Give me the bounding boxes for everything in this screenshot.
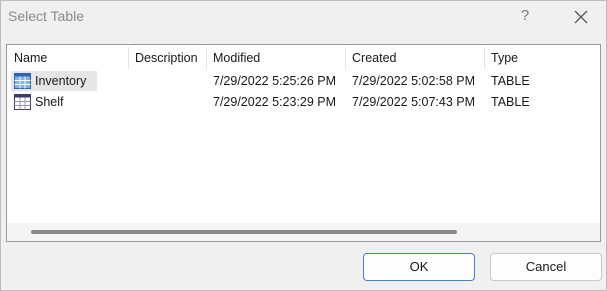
column-header-type[interactable]: Type xyxy=(485,49,585,68)
scrollbar-thumb[interactable] xyxy=(31,230,457,234)
table-list[interactable]: Name Description Modified Created Type I… xyxy=(6,44,601,242)
table-row[interactable]: Inventory 7/29/2022 5:25:26 PM 7/29/2022… xyxy=(7,71,600,91)
name-cell[interactable]: Shelf xyxy=(11,92,97,112)
dialog-title: Select Table xyxy=(8,8,85,24)
row-type: TABLE xyxy=(491,95,530,109)
row-modified: 7/29/2022 5:25:26 PM xyxy=(213,74,337,88)
help-button[interactable]: ? xyxy=(513,4,537,28)
row-type: TABLE xyxy=(491,74,530,88)
row-created: 7/29/2022 5:07:43 PM xyxy=(352,95,476,109)
table-icon xyxy=(14,73,31,89)
column-header-created[interactable]: Created xyxy=(346,49,485,68)
close-icon xyxy=(574,10,588,24)
row-created: 7/29/2022 5:02:58 PM xyxy=(352,74,476,88)
horizontal-scrollbar[interactable] xyxy=(7,223,600,241)
name-cell[interactable]: Inventory xyxy=(11,71,97,91)
table-icon xyxy=(14,94,31,110)
close-button[interactable] xyxy=(569,5,593,29)
column-header-description[interactable]: Description xyxy=(129,49,207,68)
row-name: Shelf xyxy=(35,95,64,109)
row-name: Inventory xyxy=(35,74,87,88)
title-bar: Select Table ? xyxy=(1,1,606,33)
column-header-name[interactable]: Name xyxy=(8,49,130,68)
cancel-button[interactable]: Cancel xyxy=(490,253,602,281)
table-row[interactable]: Shelf 7/29/2022 5:23:29 PM 7/29/2022 5:0… xyxy=(7,92,600,112)
row-modified: 7/29/2022 5:23:29 PM xyxy=(213,95,337,109)
column-header-modified[interactable]: Modified xyxy=(207,49,346,68)
select-table-dialog: Select Table ? Name Description Modified… xyxy=(0,0,607,291)
ok-button[interactable]: OK xyxy=(363,253,475,281)
